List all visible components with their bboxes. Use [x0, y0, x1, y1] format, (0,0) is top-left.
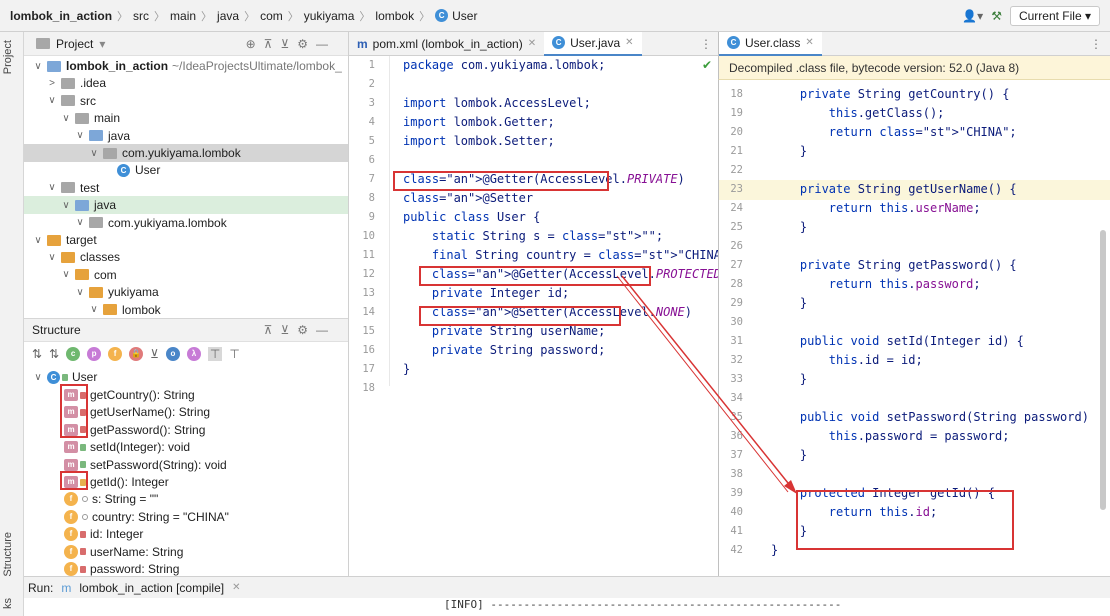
annotation-arrow [616, 275, 797, 494]
